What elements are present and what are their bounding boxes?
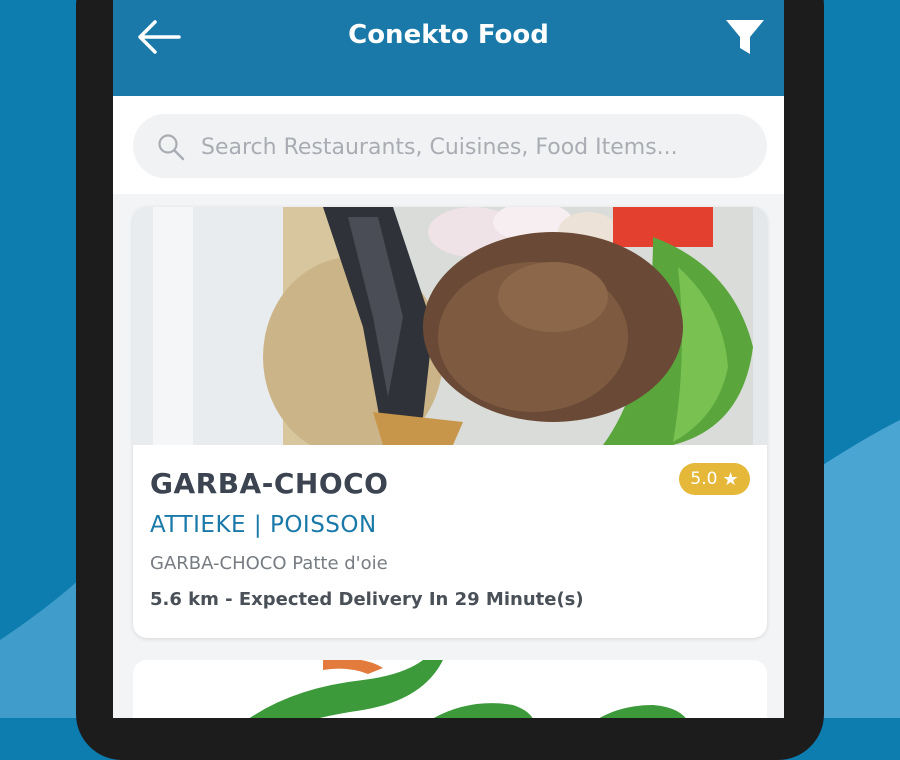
restaurant-cuisine: ATTIEKE | POISSON: [150, 512, 377, 538]
app-bar: Conekto Food: [113, 0, 784, 96]
star-icon: ★: [722, 468, 739, 490]
search-bar-container: [113, 96, 784, 194]
restaurant-name: GARBA-CHOCO: [150, 467, 389, 500]
search-bar[interactable]: [133, 114, 767, 178]
page-title: Conekto Food: [348, 20, 549, 50]
rating-value: 5.0: [690, 469, 718, 489]
search-input[interactable]: [199, 124, 753, 170]
restaurant-card[interactable]: [133, 660, 767, 718]
restaurant-address: GARBA-CHOCO Patte d'oie: [150, 553, 388, 574]
app-screen: Conekto Food Search Restaurants, Cuisine…: [113, 0, 784, 718]
restaurant-card[interactable]: GARBA-CHOCO 5.0 ★ ATTIEKE | POISSON GARB…: [133, 207, 767, 638]
search-icon: [158, 134, 185, 161]
funnel-icon[interactable]: [723, 17, 767, 57]
restaurant-logo-image: [133, 660, 767, 718]
delivery-info: 5.6 km - Expected Delivery In 29 Minute(…: [150, 589, 584, 610]
rating-badge: 5.0 ★: [679, 463, 750, 495]
restaurant-food-image: [133, 207, 767, 445]
